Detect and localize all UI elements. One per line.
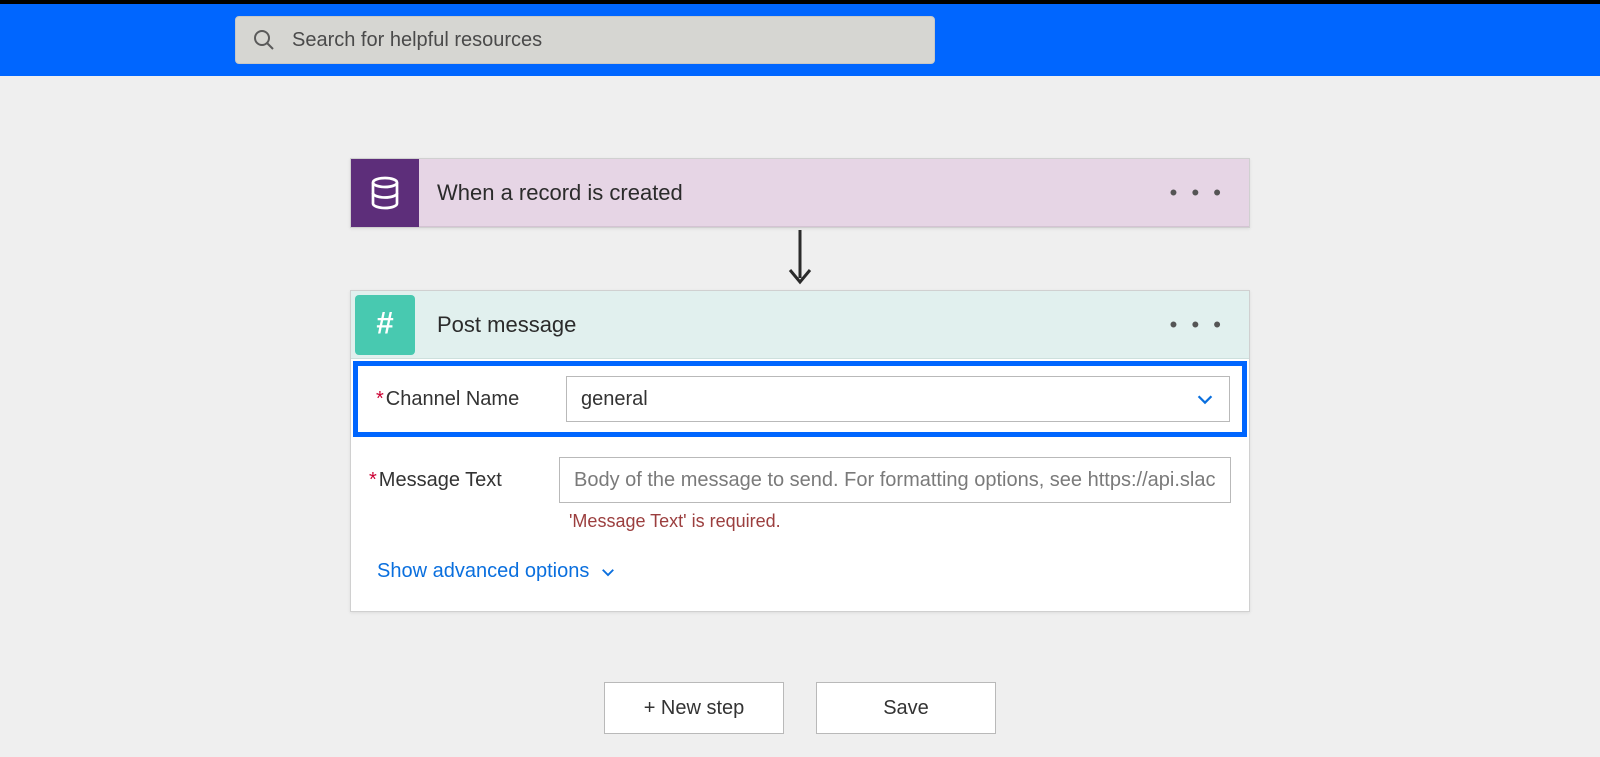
action-more-icon[interactable]: • • • — [1170, 312, 1249, 338]
channel-field-row: *Channel Name — [353, 361, 1247, 437]
action-card[interactable]: # Post message • • • *Channel Name — [350, 290, 1250, 612]
action-icon-wrap: # — [351, 291, 419, 359]
required-asterisk: * — [369, 469, 377, 491]
action-body: *Channel Name *Message Text — [351, 361, 1249, 611]
channel-input-wrap[interactable] — [566, 376, 1230, 422]
channel-select[interactable] — [566, 376, 1230, 422]
show-advanced-toggle[interactable]: Show advanced options — [351, 532, 1249, 611]
top-banner — [0, 0, 1600, 76]
message-label: *Message Text — [369, 469, 559, 492]
message-text-input[interactable] — [559, 457, 1231, 503]
required-asterisk: * — [376, 388, 384, 410]
arrow-down-icon — [785, 230, 815, 288]
channel-label: *Channel Name — [376, 388, 566, 411]
svg-text:#: # — [376, 308, 393, 341]
trigger-card[interactable]: When a record is created • • • — [350, 158, 1250, 228]
flow-connector — [785, 228, 815, 290]
action-title: Post message — [437, 312, 1152, 338]
new-step-button[interactable]: + New step — [604, 682, 784, 734]
trigger-more-icon[interactable]: • • • — [1170, 180, 1249, 206]
save-button[interactable]: Save — [816, 682, 996, 734]
trigger-header[interactable]: When a record is created • • • — [351, 159, 1249, 227]
message-field-row: *Message Text — [351, 439, 1249, 507]
flow-canvas: When a record is created • • • # Post me… — [0, 76, 1600, 734]
search-icon — [252, 28, 276, 52]
footer-buttons: + New step Save — [604, 682, 996, 734]
search-box[interactable] — [235, 16, 935, 64]
search-input[interactable] — [292, 29, 918, 52]
slack-hash-icon: # — [355, 295, 415, 355]
trigger-title: When a record is created — [437, 180, 1152, 206]
message-error: 'Message Text' is required. — [351, 507, 1249, 532]
database-icon — [351, 159, 419, 227]
chevron-down-icon — [599, 563, 617, 581]
advanced-label: Show advanced options — [377, 560, 589, 583]
message-input-wrap[interactable] — [559, 457, 1231, 503]
action-header[interactable]: # Post message • • • — [351, 291, 1249, 359]
